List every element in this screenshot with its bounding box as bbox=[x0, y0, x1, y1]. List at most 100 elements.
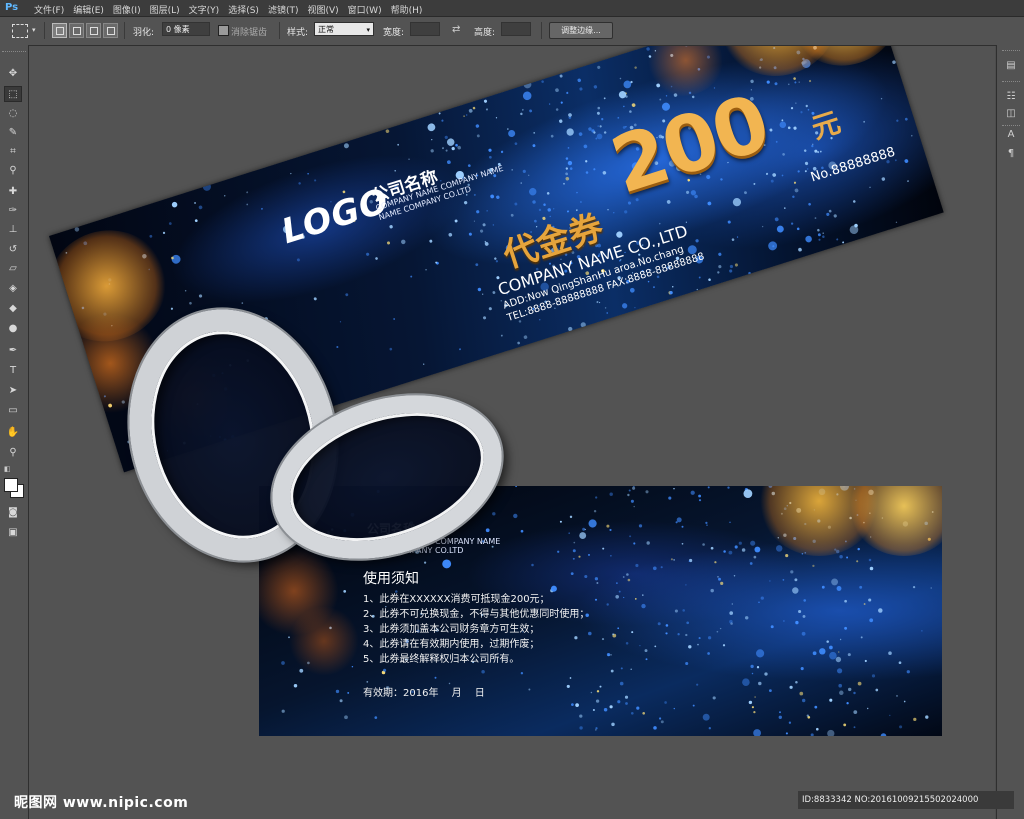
paint-bucket-tool-icon[interactable]: ◈ bbox=[4, 281, 22, 297]
menu-help[interactable]: 帮助(H) bbox=[391, 3, 423, 16]
sparkle-dot bbox=[633, 505, 635, 508]
sparkle-dot bbox=[817, 228, 820, 232]
dodge-tool-icon[interactable]: ● bbox=[4, 321, 22, 337]
sparkle-dot bbox=[826, 212, 830, 216]
adjustments-panel-icon[interactable]: ◫ bbox=[1003, 106, 1019, 122]
sparkle-dot bbox=[804, 170, 807, 173]
sparkle-dot bbox=[571, 703, 574, 706]
sparkle-dot bbox=[682, 609, 685, 612]
toolbox-grip[interactable] bbox=[2, 51, 26, 55]
style-select[interactable]: 正常 ▾ bbox=[314, 22, 374, 36]
sparkle-dot bbox=[625, 702, 628, 705]
image-id-watermark: ID:8833342 NO:20161009215502024000 bbox=[798, 791, 1014, 809]
subtract-selection-mode-button[interactable] bbox=[86, 23, 101, 38]
intersect-selection-mode-button[interactable] bbox=[103, 23, 118, 38]
menu-edit[interactable]: 编辑(E) bbox=[73, 3, 104, 16]
sparkle-dot bbox=[822, 232, 824, 234]
history-panel-icon[interactable]: ▤ bbox=[1003, 58, 1019, 74]
sparkle-dot bbox=[583, 144, 588, 149]
sparkle-dot bbox=[624, 695, 629, 699]
path-selection-tool-icon[interactable]: ➤ bbox=[4, 383, 22, 399]
refine-edge-button[interactable]: 调整边缘... bbox=[549, 22, 613, 39]
paragraph-panel-icon[interactable]: ¶ bbox=[1003, 146, 1019, 162]
sparkle-dot bbox=[607, 209, 609, 211]
character-panel-icon[interactable]: A bbox=[1003, 127, 1019, 143]
sparkle-dot bbox=[343, 143, 349, 149]
menu-layer[interactable]: 图层(L) bbox=[150, 3, 180, 16]
marquee-tool-icon[interactable]: ⬚ bbox=[4, 86, 22, 102]
healing-brush-tool-icon[interactable]: ✚ bbox=[4, 184, 22, 200]
menu-view[interactable]: 视图(V) bbox=[307, 3, 338, 16]
sparkle-dot bbox=[584, 574, 588, 579]
swap-icon[interactable]: ⇄ bbox=[452, 24, 460, 35]
brush-tool-icon[interactable]: ✑ bbox=[4, 203, 22, 219]
sparkle-dot bbox=[630, 499, 634, 503]
sparkle-dot bbox=[594, 598, 598, 601]
menu-window[interactable]: 窗口(W) bbox=[348, 3, 382, 16]
menu-file[interactable]: 文件(F) bbox=[34, 3, 64, 16]
sparkle-dot bbox=[878, 608, 883, 613]
blur-tool-icon[interactable]: ◆ bbox=[4, 301, 22, 317]
usage-rule: 1、此券在XXXXXX消费可抵现金200元； bbox=[363, 594, 550, 605]
sparkle-dot bbox=[638, 524, 643, 528]
sparkle-dot bbox=[529, 109, 533, 113]
sparkle-dot bbox=[831, 578, 839, 586]
menu-filter[interactable]: 滤镜(T) bbox=[268, 3, 299, 16]
sparkle-dot bbox=[246, 203, 249, 206]
feather-input[interactable]: 0 像素 bbox=[162, 22, 210, 36]
usage-rule: 2、此券不可兑换现金，不得与其他优惠同时使用； bbox=[363, 609, 590, 620]
sparkle-dot bbox=[611, 722, 615, 727]
pen-tool-icon[interactable]: ✒ bbox=[4, 343, 22, 359]
menu-type[interactable]: 文字(Y) bbox=[189, 3, 220, 16]
quick-mask-icon[interactable]: ◙ bbox=[4, 505, 22, 521]
sparkle-dot bbox=[697, 643, 699, 646]
add-selection-mode-button[interactable] bbox=[69, 23, 84, 38]
sparkle-dot bbox=[904, 159, 909, 163]
panel-grip[interactable] bbox=[1002, 81, 1020, 84]
shape-tool-icon[interactable]: ▭ bbox=[4, 403, 22, 419]
history-brush-tool-icon[interactable]: ↺ bbox=[4, 242, 22, 258]
sparkle-dot bbox=[836, 238, 839, 241]
sparkle-dot bbox=[488, 307, 492, 311]
zoom-tool-icon[interactable]: ⚲ bbox=[4, 445, 22, 461]
sparkle-dot bbox=[555, 88, 559, 93]
eraser-tool-icon[interactable]: ▱ bbox=[4, 261, 22, 277]
crop-tool-icon[interactable]: ⌗ bbox=[4, 144, 22, 160]
eyedropper-tool-icon[interactable]: ⚲ bbox=[4, 163, 22, 179]
sparkle-dot bbox=[729, 264, 734, 269]
sparkle-dot bbox=[707, 636, 712, 640]
width-input[interactable] bbox=[410, 22, 440, 36]
sparkle-dot bbox=[846, 556, 849, 559]
document-canvas[interactable]: 公司名称 COMPANY NAME COMPANY NAME NAME COMP… bbox=[29, 46, 995, 819]
height-input[interactable] bbox=[501, 22, 531, 36]
sparkle-dot bbox=[513, 513, 518, 519]
type-tool-icon[interactable]: T bbox=[4, 363, 22, 379]
sparkle-dot bbox=[500, 334, 503, 337]
clone-stamp-tool-icon[interactable]: ⊥ bbox=[4, 222, 22, 238]
default-colors-icon[interactable]: ◧ bbox=[4, 465, 11, 473]
sparkle-dot bbox=[869, 566, 874, 571]
sparkle-dot bbox=[772, 173, 777, 177]
marquee-preset-icon[interactable] bbox=[12, 24, 28, 38]
menu-image[interactable]: 图像(I) bbox=[113, 3, 141, 16]
foreground-color-swatch[interactable] bbox=[4, 478, 18, 492]
sparkle-dot bbox=[756, 649, 765, 658]
panel-grip[interactable] bbox=[1002, 50, 1020, 53]
screen-mode-icon[interactable]: ▣ bbox=[4, 525, 22, 541]
sparkle-dot bbox=[899, 725, 903, 729]
menu-select[interactable]: 选择(S) bbox=[228, 3, 259, 16]
sparkle-dot bbox=[814, 705, 818, 709]
sparkle-dot bbox=[557, 550, 560, 553]
lasso-tool-icon[interactable]: ◌ bbox=[4, 106, 22, 122]
new-selection-mode-button[interactable] bbox=[52, 23, 67, 38]
hand-tool-icon[interactable]: ✋ bbox=[4, 425, 22, 441]
sparkle-dot bbox=[455, 143, 458, 147]
sparkle-dot bbox=[802, 614, 806, 618]
antialias-checkbox[interactable] bbox=[218, 25, 229, 36]
quick-selection-tool-icon[interactable]: ✎ bbox=[4, 125, 22, 141]
sparkle-dot bbox=[473, 220, 476, 222]
sparkle-dot bbox=[514, 202, 518, 206]
move-tool-icon[interactable]: ✥ bbox=[4, 66, 22, 82]
properties-panel-icon[interactable]: ☷ bbox=[1003, 89, 1019, 105]
chevron-down-icon[interactable]: ▾ bbox=[32, 26, 36, 34]
